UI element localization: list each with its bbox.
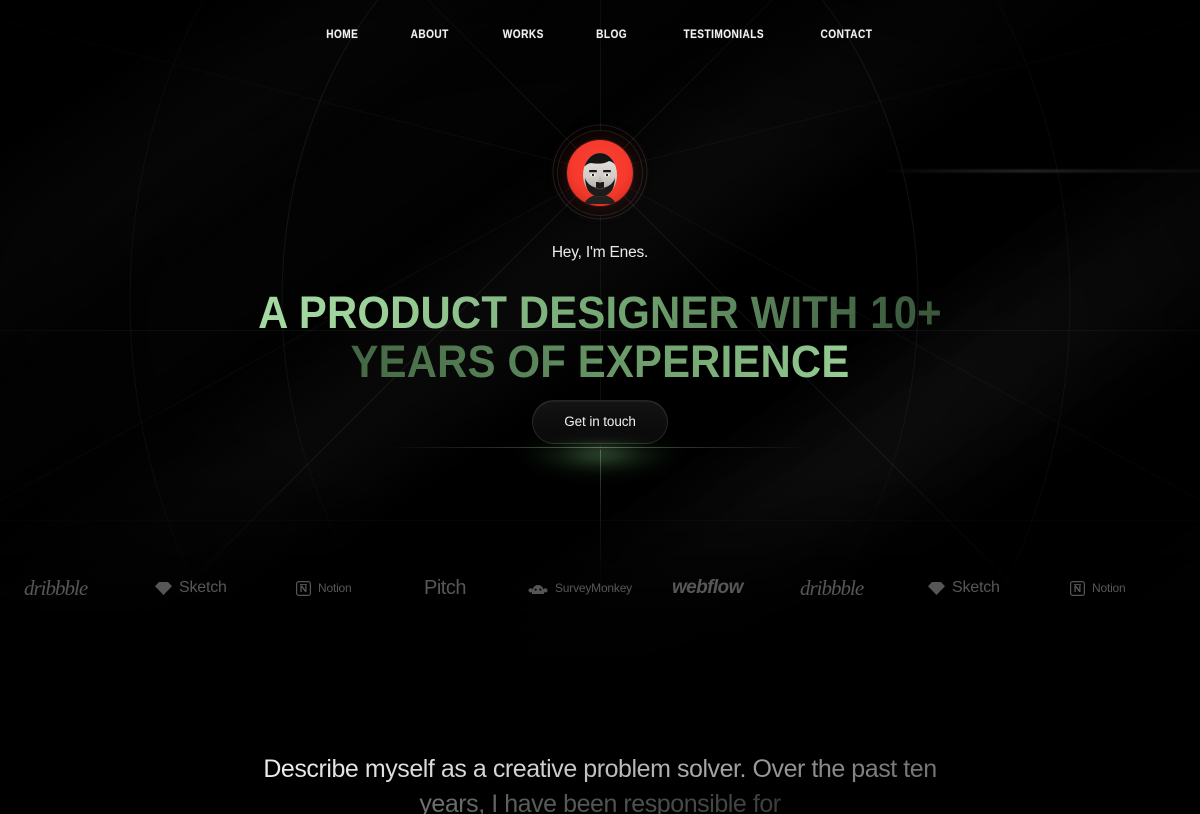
greeting-text: Hey, I'm Enes.	[551, 244, 649, 261]
logo-label-dribbble-2: dribbble	[800, 575, 864, 600]
logo-dribbble: dribbble	[24, 575, 88, 601]
diamond-icon	[155, 581, 172, 596]
avatar	[557, 130, 643, 216]
logo-sketch: Sketch	[155, 579, 227, 597]
about-paragraph-text: Describe myself as a creative problem so…	[263, 755, 937, 814]
nav-item-contact[interactable]: CONTACT	[800, 29, 894, 41]
page-root: HOME ABOUT WORKS BLOG TESTIMONIALS CONTACT	[0, 0, 1200, 814]
horizon-light-streak	[880, 170, 1200, 172]
logo-surveymonkey: SurveyMonkey	[528, 581, 632, 595]
notion-n-icon	[296, 580, 311, 596]
get-in-touch-button[interactable]: Get in touch	[532, 400, 668, 444]
notion-n-icon	[1070, 580, 1085, 596]
about-paragraph: Describe myself as a creative problem so…	[0, 752, 1200, 814]
logo-label-notion: Notion	[318, 581, 352, 595]
page-title: A PRODUCT DESIGNER WITH 10+ YEARS OF EXP…	[0, 288, 1200, 386]
cta-container: Get in touch	[0, 400, 1200, 444]
nav-item-about[interactable]: ABOUT	[390, 29, 470, 41]
logo-sketch-2: Sketch	[928, 579, 1000, 597]
logo-label-webflow: webflow	[672, 577, 743, 598]
logo-label-surveymonkey: SurveyMonkey	[555, 581, 632, 595]
diamond-icon	[928, 581, 945, 596]
portrait-icon	[583, 153, 617, 204]
logo-label-pitch: Pitch	[424, 576, 466, 599]
logo-webflow: webflow	[672, 577, 743, 599]
headline-line-2: YEARS OF EXPERIENCE	[42, 337, 1158, 386]
logo-dribbble-2: dribbble	[800, 575, 864, 601]
nav-item-home[interactable]: HOME	[305, 29, 379, 41]
nav-item-blog[interactable]: BLOG	[575, 29, 648, 41]
logo-marquee: dribbble Sketch Notion Pitch SurveyMonkey web…	[0, 560, 1200, 616]
logo-pitch: Pitch	[424, 577, 466, 600]
logo-notion: Notion	[296, 580, 352, 596]
logo-label-dribbble: dribbble	[24, 575, 88, 600]
nav-item-works[interactable]: WORKS	[481, 29, 564, 41]
main-navigation[interactable]: HOME ABOUT WORKS BLOG TESTIMONIALS CONTACT	[0, 0, 1200, 70]
logo-label-sketch-2: Sketch	[952, 579, 1000, 596]
logo-label-notion-2: Notion	[1092, 581, 1126, 595]
logo-label-sketch: Sketch	[179, 579, 227, 596]
headline-line-1: A PRODUCT DESIGNER WITH 10+	[42, 288, 1158, 337]
logo-notion-2: Notion	[1070, 580, 1126, 596]
monkey-icon	[528, 581, 548, 595]
avatar-image	[567, 140, 633, 206]
nav-item-testimonials[interactable]: TESTIMONIALS	[662, 29, 785, 41]
